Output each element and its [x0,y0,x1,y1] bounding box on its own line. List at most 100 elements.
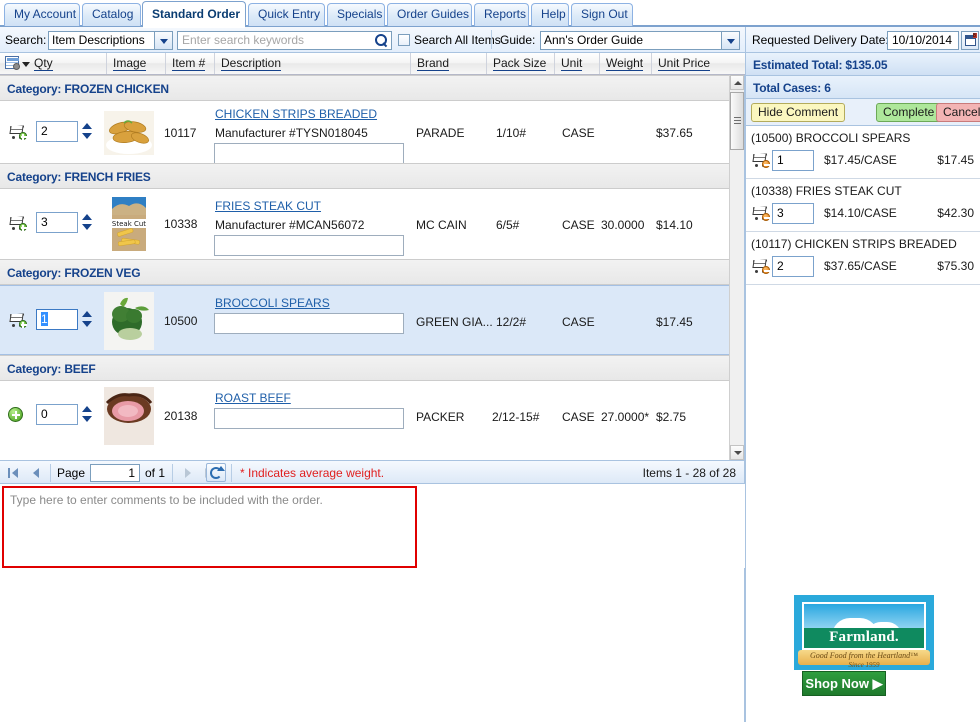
search-icon[interactable] [375,34,388,48]
farmland-ad-banner[interactable]: Farmland. Good Food from the Heartland™ … [794,595,934,670]
column-header-image[interactable]: Image [107,53,166,74]
order-comment-textarea[interactable]: Type here to enter comments to be includ… [2,486,417,568]
quantity-stepper[interactable] [82,309,93,329]
quantity-stepper[interactable] [82,121,93,141]
tab-reports[interactable]: Reports [474,3,529,26]
toolbar-divider [491,30,492,49]
tab-specials[interactable]: Specials [327,3,385,26]
grid-body: Category: FROZEN CHICKEN 2 10117 CHICKEN… [0,75,730,460]
grid-pager: Page 1 of 1 * Indicates average weight. … [0,460,745,484]
cart-item-extended-price: $42.30 [937,206,974,220]
quantity-input[interactable]: 3 [36,212,78,233]
hide-comment-button[interactable]: Hide Comment [751,103,846,122]
search-toolbar: Search: Item Descriptions Enter search k… [0,27,745,53]
column-header-item-no[interactable]: Item # [166,53,215,74]
search-all-items-checkbox[interactable] [398,34,410,46]
product-thumbnail[interactable] [104,111,154,155]
grid-settings-icon[interactable] [5,56,30,71]
column-header-weight[interactable]: Weight [600,53,652,74]
category-row: Category: FROZEN CHICKEN [0,75,730,101]
product-thumbnail[interactable]: Steak Cut [104,195,154,253]
next-page-button[interactable] [178,464,198,482]
category-label: Category: FROZEN VEG [7,266,141,280]
table-row[interactable]: 0 20138 ROAST BEEF PACKER 2/12-15# CASE … [0,381,730,451]
line-note-input[interactable] [214,235,404,256]
table-row[interactable]: 2 10117 CHICKEN STRIPS BREADED Manufactu… [0,101,730,164]
list-item[interactable]: (10500) BROCCOLI SPEARS 1 $17.45/CASE $1… [746,126,980,179]
shop-now-button[interactable]: Shop Now ▶ [802,671,886,696]
left-bottom-filler [0,568,745,722]
quantity-input[interactable]: 0 [36,404,78,425]
column-header-qty[interactable]: Qty [28,53,107,74]
quantity-input[interactable]: 2 [36,121,78,142]
cart-quantity-input[interactable]: 1 [772,150,814,171]
delivery-date-input[interactable]: 10/10/2014 [887,31,959,50]
chevron-down-icon[interactable] [721,32,739,49]
search-input[interactable]: Enter search keywords [177,31,392,50]
tab-my-account[interactable]: My Account [4,3,80,26]
quantity-stepper[interactable] [82,212,93,232]
cart-quantity-input[interactable]: 2 [772,256,814,277]
scroll-down-arrow-icon[interactable] [730,445,744,460]
remove-from-cart-icon[interactable] [751,152,770,168]
line-note-input[interactable] [214,143,404,164]
tab-quick-entry[interactable]: Quick Entry [248,3,325,26]
tab-sign-out[interactable]: Sign Out [571,3,633,26]
tab-standard-order[interactable]: Standard Order [142,1,246,28]
remove-from-cart-icon[interactable] [751,205,770,221]
add-item-icon[interactable] [8,407,23,422]
product-description-link[interactable]: BROCCOLI SPEARS [215,296,330,310]
column-header-unit-price[interactable]: Unit Price [652,53,730,74]
remove-from-cart-icon[interactable] [751,258,770,274]
page-number-input[interactable]: 1 [90,464,140,482]
search-scope-select[interactable]: Item Descriptions [48,31,173,50]
tab-help[interactable]: Help [531,3,569,26]
product-description-link[interactable]: ROAST BEEF [215,391,291,405]
cancel-button[interactable]: Cancel [936,103,980,122]
brand-cell: PARADE [416,126,465,140]
product-thumbnail[interactable] [104,292,154,350]
column-header-description[interactable]: Description [215,53,411,74]
product-thumbnail[interactable] [104,387,154,445]
first-page-button[interactable] [5,464,25,482]
manufacturer-number: Manufacturer #TYSN018045 [215,126,368,140]
column-header-pack-size[interactable]: Pack Size [487,53,555,74]
cart-item-extended-price: $17.45 [937,153,974,167]
guide-value: Ann's Order Guide [544,33,644,47]
ad-since-label: Since 1959 [848,661,880,669]
unit-price-cell: $17.45 [656,315,693,329]
search-all-items-label: Search All Items [414,33,501,47]
item-number: 20138 [164,409,198,423]
search-label: Search: [5,33,47,47]
order-summary-panel: Estimated Total: $135.05 Total Cases: 6 … [745,53,980,722]
line-note-input[interactable] [214,313,404,334]
cart-quantity-input[interactable]: 3 [772,203,814,224]
table-row[interactable]: 1 10500 BROCCOLI SPEARS GREEN GIA... 12/… [0,285,730,355]
column-header-unit[interactable]: Unit [555,53,600,74]
tab-order-guides[interactable]: Order Guides [387,3,472,26]
product-description-link[interactable]: CHICKEN STRIPS BREADED [215,107,377,121]
complete-button[interactable]: Complete [876,103,942,122]
refresh-icon[interactable] [206,463,226,482]
line-note-input[interactable] [214,408,404,429]
previous-page-button[interactable] [27,464,47,482]
product-description-link[interactable]: FRIES STEAK CUT [215,199,321,213]
list-item[interactable]: (10338) FRIES STEAK CUT 3 $14.10/CASE $4… [746,179,980,232]
tab-catalog[interactable]: Catalog [82,3,141,26]
guide-select[interactable]: Ann's Order Guide [540,31,740,50]
add-to-cart-icon[interactable] [8,215,27,231]
scrollbar-thumb[interactable] [730,92,744,150]
table-row[interactable]: 3 Steak Cut 10338 FRIES STEAK CUT Manufa… [0,189,730,259]
grid-vertical-scrollbar[interactable] [729,75,744,460]
add-to-cart-icon[interactable] [8,312,27,328]
add-to-cart-icon[interactable] [8,124,27,140]
quantity-stepper[interactable] [82,404,93,424]
calendar-icon[interactable]: 8 [961,31,979,50]
scroll-up-arrow-icon[interactable] [730,75,744,90]
total-cases-bar: Total Cases: 6 [746,76,980,99]
column-header-brand[interactable]: Brand [411,53,487,74]
quantity-input[interactable]: 1 [36,309,78,330]
category-label: Category: FRENCH FRIES [7,170,151,184]
chevron-down-icon[interactable] [154,32,172,49]
list-item[interactable]: (10117) CHICKEN STRIPS BREADED 2 $37.65/… [746,232,980,285]
